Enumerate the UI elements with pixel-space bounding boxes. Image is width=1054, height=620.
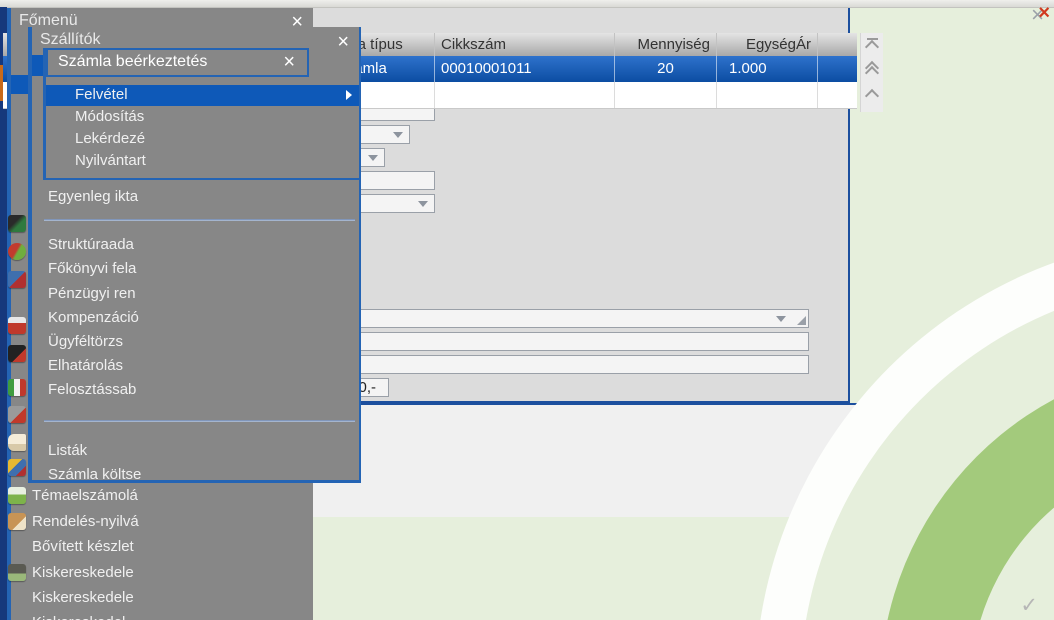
cell-mennyiseg[interactable]: 20 <box>615 56 717 82</box>
column-header-egysegar[interactable]: EgységÁr <box>717 33 818 56</box>
flag-icon[interactable] <box>8 379 26 396</box>
column-header-empty <box>818 33 857 56</box>
column-header-mennyiseg[interactable]: Mennyiség <box>615 33 717 56</box>
money-book-icon[interactable] <box>8 215 26 232</box>
dropdown-arrow-icon[interactable] <box>368 155 378 161</box>
scroll-to-top-button[interactable] <box>863 35 881 55</box>
scroll-page-up-button[interactable] <box>863 60 881 80</box>
menu-item-bovitett-keszlet[interactable]: Bővített készlet <box>32 537 134 557</box>
tools-icon[interactable] <box>8 406 26 423</box>
menu-item-ugyfeltorzs[interactable]: Ügyféltörzs <box>48 332 123 352</box>
document-green-icon[interactable] <box>8 487 26 504</box>
parcel-icon[interactable] <box>8 513 26 530</box>
menu-item-listak[interactable]: Listák <box>48 441 87 461</box>
dropdown-arrow-icon[interactable] <box>776 316 786 322</box>
cell-cikkszam[interactable]: 00010001011 <box>435 56 615 82</box>
column-header-cikkszam[interactable]: Cikkszám <box>435 33 615 56</box>
submenu-titlebar: Számla beérkeztetés × <box>46 48 309 77</box>
table-scroll-column <box>860 33 883 112</box>
cell-empty <box>818 56 857 82</box>
menu-item-felvetel[interactable]: Felvétel <box>46 85 359 106</box>
menu-item-temaelszamolas[interactable]: Témaelszámolá <box>32 486 138 506</box>
chart-icon[interactable] <box>8 459 26 476</box>
menu-item-nyilvantartas[interactable]: Nyilvántart <box>75 151 146 171</box>
confirm-check-icon[interactable]: ✓ <box>1020 593 1038 618</box>
black-book-icon[interactable] <box>8 345 26 362</box>
menu-item-lekerdezes[interactable]: Lekérdezé <box>75 129 145 149</box>
menu-item-rendeles-nyilvantartas[interactable]: Rendelés-nyilvá <box>32 512 139 532</box>
menu-divider <box>44 420 355 422</box>
red-drawer-icon[interactable] <box>8 317 26 334</box>
menu-item-penzugyi-rendezes[interactable]: Pénzügyi ren <box>48 284 136 304</box>
close-icon-red[interactable]: × <box>1038 2 1050 25</box>
menu-item-kompenzacio[interactable]: Kompenzáció <box>48 308 139 328</box>
menu-item-modositas[interactable]: Módosítás <box>75 107 144 127</box>
submenu-arrow-icon <box>346 90 352 100</box>
menu-item-egyenleg-iktatas[interactable]: Egyenleg ikta <box>48 187 138 207</box>
window-title-szallitok: Szállítók <box>40 31 100 49</box>
app-root: Főmenü × Témaelszámolá Rendelés-nyilvá B… <box>0 0 1054 620</box>
menu-item-szamla-koltsegek[interactable]: Számla költse <box>48 465 141 485</box>
dropdown-arrow-icon[interactable] <box>418 201 428 207</box>
resize-grip-icon[interactable] <box>797 316 806 325</box>
menu-item-fokonyvi-feladas[interactable]: Főkönyvi fela <box>48 259 136 279</box>
pie-sphere-icon[interactable] <box>8 243 26 260</box>
window-szamla-beerkeztetes: Számla beérkeztetés × Felvétel Módosítás… <box>43 48 361 180</box>
menu-item-kiskereskedelem-1[interactable]: Kiskereskedele <box>32 563 134 583</box>
cell-egysegar[interactable]: 1.000 <box>717 56 818 82</box>
menu-item-elhatarolas[interactable]: Elhatárolás <box>48 356 123 376</box>
close-icon[interactable]: × <box>283 54 295 70</box>
scroll-up-button[interactable] <box>863 86 881 106</box>
menu-item-kiskereskedelem-2[interactable]: Kiskereskedele <box>32 588 134 608</box>
menu-item-kiskereskedelem-3[interactable]: Kiskereskedel <box>32 613 125 620</box>
dropdown-arrow-icon[interactable] <box>393 132 403 138</box>
window-title-szamla-beerkeztetes: Számla beérkeztetés <box>58 53 207 71</box>
menu-divider <box>44 219 355 221</box>
cash-register-icon[interactable] <box>8 564 26 581</box>
menu-item-strukturaadatok[interactable]: Struktúraada <box>48 235 134 255</box>
cube-icon[interactable] <box>8 271 26 288</box>
menu-item-felosztassablon[interactable]: Felosztássab <box>48 380 136 400</box>
scroll-icon[interactable] <box>8 434 26 451</box>
